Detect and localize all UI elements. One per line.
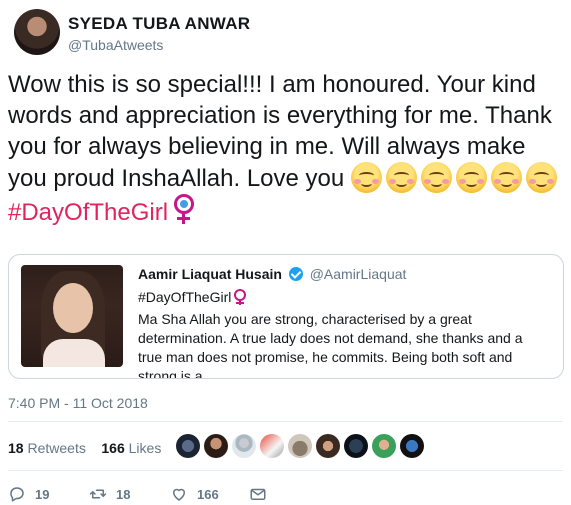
smiling-face-emoji-icon xyxy=(350,162,382,193)
heart-icon xyxy=(173,488,185,501)
tweet-actions: 19 18 166 xyxy=(8,484,308,504)
direct-message-button[interactable] xyxy=(249,484,267,504)
liker-avatar[interactable] xyxy=(204,434,228,458)
retweets-stat[interactable]: 18 Retweets xyxy=(8,440,86,456)
liker-avatar[interactable] xyxy=(316,434,340,458)
quoted-tweet-card[interactable]: Aamir Liaquat Husain @AamirLiaquat #DayO… xyxy=(8,254,564,379)
author-avatar[interactable] xyxy=(14,9,60,55)
quoted-author-name[interactable]: Aamir Liaquat Husain xyxy=(138,266,282,282)
divider xyxy=(8,421,563,422)
quoted-author-handle[interactable]: @AamirLiaquat xyxy=(310,266,407,282)
tweet-text: Wow this is so special!!! I am honoured.… xyxy=(8,69,564,228)
tweet-stats: 18 Retweets 166 Likes xyxy=(8,440,161,456)
quoted-tweet-text: Ma Sha Allah you are strong, characteris… xyxy=(138,311,523,379)
liker-avatar[interactable] xyxy=(344,434,368,458)
like-count: 166 xyxy=(197,486,219,502)
quoted-tweet-header: Aamir Liaquat Husain @AamirLiaquat xyxy=(138,266,406,282)
verified-badge-icon xyxy=(288,267,303,281)
female-sign-icon xyxy=(233,289,247,305)
reply-icon xyxy=(10,487,24,502)
liker-avatar[interactable] xyxy=(372,434,396,458)
quoted-hashtag-line: #DayOfTheGirl xyxy=(138,289,247,305)
envelope-icon xyxy=(250,488,266,500)
quoted-tweet-image xyxy=(21,265,123,367)
retweet-icon xyxy=(89,489,107,499)
liker-avatar[interactable] xyxy=(232,434,256,458)
liker-avatar[interactable] xyxy=(288,434,312,458)
smiling-face-emoji-icon xyxy=(525,162,557,193)
reply-button[interactable]: 19 xyxy=(8,484,49,504)
reply-count: 19 xyxy=(35,486,50,502)
tweet-timestamp[interactable]: 7:40 PM - 11 Oct 2018 xyxy=(8,395,148,411)
tweet-header: SYEDA TUBA ANWAR @TubaAtweets xyxy=(14,9,554,59)
female-sign-icon xyxy=(172,194,195,224)
divider xyxy=(8,470,563,471)
retweet-button[interactable]: 18 xyxy=(89,484,130,504)
like-button[interactable]: 166 xyxy=(170,484,219,504)
retweet-count: 18 xyxy=(116,486,131,502)
smiling-face-emoji-icon xyxy=(455,162,487,193)
smiling-face-emoji-icon xyxy=(420,162,452,193)
author-name[interactable]: SYEDA TUBA ANWAR xyxy=(68,14,250,34)
hashtag-link[interactable]: #DayOfTheGirl xyxy=(8,199,168,226)
quoted-hashtag-link[interactable]: #DayOfTheGirl xyxy=(138,289,231,305)
liker-avatar[interactable] xyxy=(176,434,200,458)
likes-stat[interactable]: 166 Likes xyxy=(101,440,161,456)
smiling-face-emoji-icon xyxy=(490,162,522,193)
smiling-face-emoji-icon xyxy=(385,162,417,193)
liker-avatar[interactable] xyxy=(260,434,284,458)
liker-avatar[interactable] xyxy=(400,434,424,458)
author-handle[interactable]: @TubaAtweets xyxy=(68,37,163,53)
